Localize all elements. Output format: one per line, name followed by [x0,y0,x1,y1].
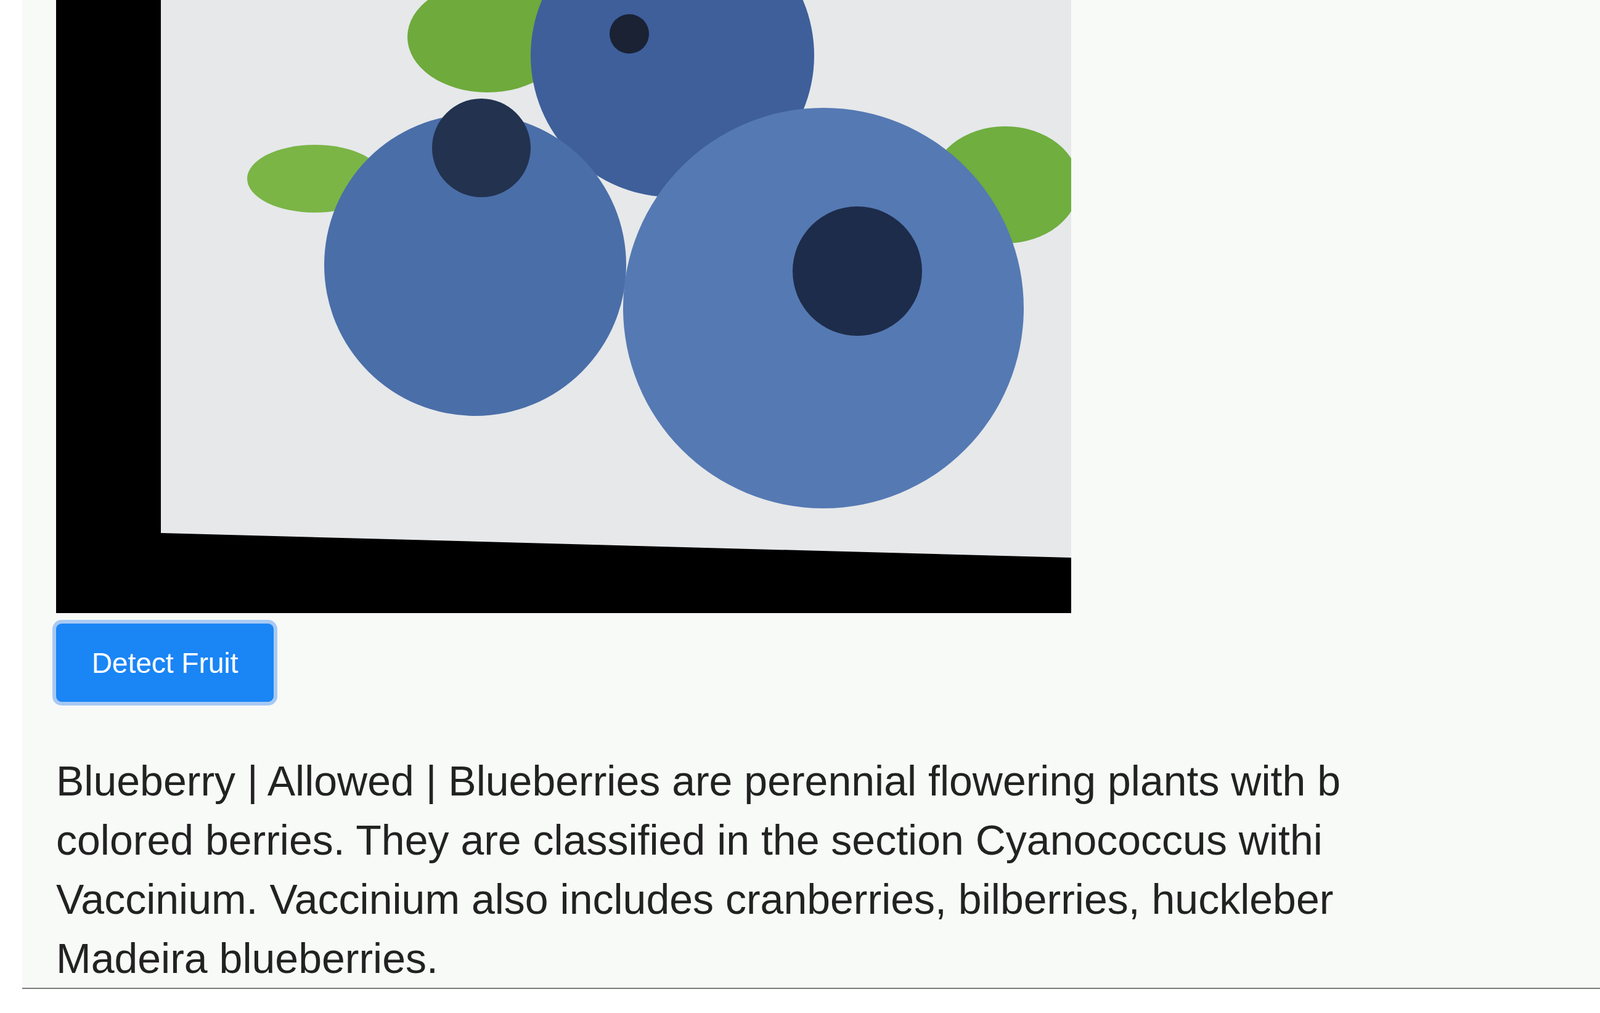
result-line: Vaccinium. Vaccinium also includes cranb… [56,869,1600,929]
result-line: Blueberry | Allowed | Blueberries are pe… [56,751,1600,811]
blueberry-photo-icon [56,0,1072,614]
detect-fruit-button[interactable]: Detect Fruit [56,623,274,703]
fruit-photo [56,0,1072,614]
result-text: Blueberry | Allowed | Blueberries are pe… [56,751,1600,988]
result-line: colored berries. They are classified in … [56,810,1600,870]
page: Detect Fruit Blueberry | Allowed | Bluebe… [22,0,1600,990]
result-line: Madeira blueberries. [56,928,1600,988]
